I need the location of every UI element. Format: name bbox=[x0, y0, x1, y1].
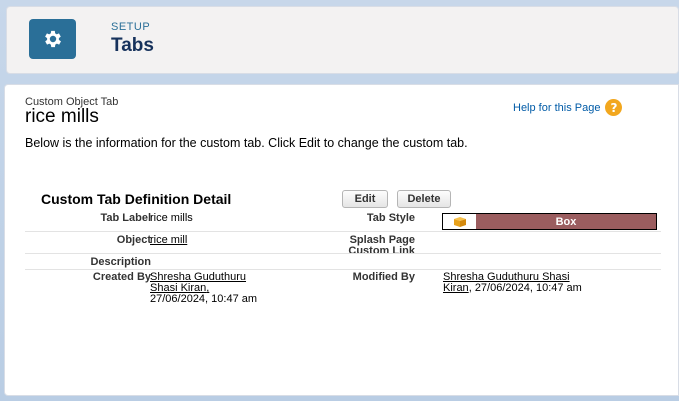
help-icon[interactable]: ? bbox=[605, 99, 623, 116]
tab-style-value: Box bbox=[476, 214, 656, 229]
tab-style-label: Tab Style bbox=[366, 212, 415, 224]
edit-button[interactable]: Edit bbox=[342, 190, 388, 208]
intro-text: Below is the information for the custom … bbox=[25, 136, 468, 150]
modified-by-line2: Kiran, 27/06/2024, 10:47 am bbox=[443, 282, 582, 294]
modified-by-label: Modified By bbox=[352, 271, 415, 283]
delete-button[interactable]: Delete bbox=[397, 190, 451, 208]
detail-panel: Custom Object Tab rice mills Help for th… bbox=[4, 84, 679, 396]
row-divider bbox=[25, 231, 661, 232]
page-header: SETUP Tabs bbox=[6, 6, 679, 74]
gear-icon bbox=[29, 19, 76, 59]
modified-by-value: Shresha Guduthuru Shasi Kiran, 27/06/202… bbox=[443, 272, 582, 294]
created-by-user-link[interactable]: Shresha Guduthuru Shasi Kiran, bbox=[150, 272, 257, 294]
record-title: rice mills bbox=[25, 106, 99, 127]
row-divider bbox=[25, 253, 661, 254]
object-label: Object bbox=[116, 234, 151, 246]
modified-by-date: 27/06/2024, 10:47 am bbox=[474, 282, 582, 294]
created-by-label: Created By bbox=[92, 271, 151, 283]
help-link[interactable]: Help for this Page ? bbox=[513, 99, 623, 116]
created-by-date: 27/06/2024, 10:47 am bbox=[150, 293, 258, 305]
header-eyebrow: SETUP bbox=[111, 21, 151, 33]
object-link[interactable]: rice mill bbox=[150, 235, 187, 246]
help-link-label[interactable]: Help for this Page bbox=[513, 102, 600, 114]
tab-label-value: rice mills bbox=[150, 212, 193, 224]
tab-style-swatch: Box bbox=[442, 213, 657, 230]
box-icon bbox=[443, 214, 476, 229]
description-label: Description bbox=[90, 256, 151, 268]
tab-label-label: Tab Label bbox=[100, 212, 151, 224]
page-title: Tabs bbox=[111, 35, 154, 56]
row-divider bbox=[25, 269, 661, 270]
created-by-value: Shresha Guduthuru Shasi Kiran, 27/06/202… bbox=[150, 272, 257, 305]
section-title: Custom Tab Definition Detail bbox=[41, 191, 232, 207]
splash-page-label-line2: Custom Link bbox=[348, 245, 415, 257]
modified-by-user-line2[interactable]: Kiran bbox=[443, 282, 469, 294]
